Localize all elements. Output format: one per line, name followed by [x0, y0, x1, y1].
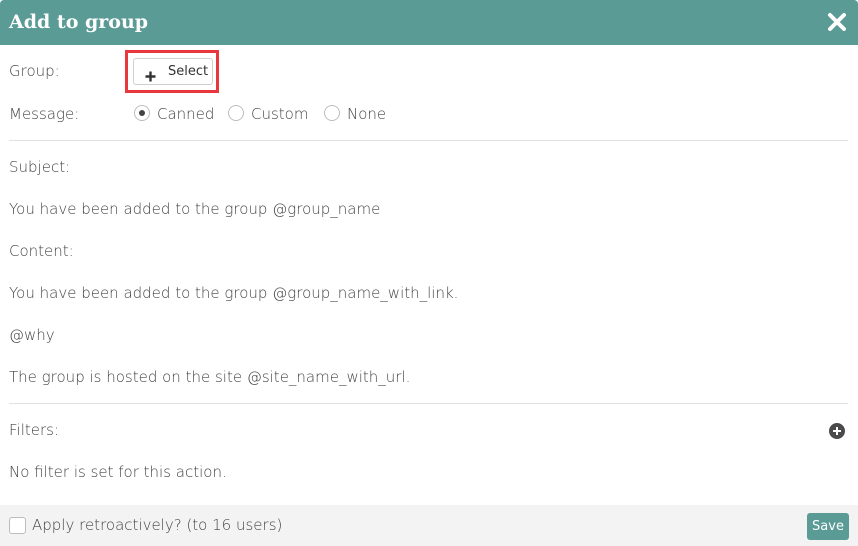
radio-none-circle[interactable] — [324, 105, 340, 121]
radio-custom-label: Custom — [251, 105, 309, 123]
content-line: @why — [9, 326, 55, 344]
radio-none[interactable]: None — [324, 104, 388, 124]
subject-label: Subject: — [9, 158, 71, 176]
filters-label: Filters: — [9, 421, 60, 439]
radio-none-label: None — [347, 105, 387, 123]
dialog-header: Add to group — [0, 0, 858, 45]
radio-canned[interactable]: Canned — [134, 104, 214, 124]
no-filter-text: No filter is set for this action. — [9, 463, 227, 481]
plus-icon — [145, 66, 156, 91]
message-label: Message: — [9, 105, 80, 123]
divider — [9, 403, 848, 404]
radio-canned-circle[interactable] — [134, 105, 150, 121]
dialog-title: Add to group — [9, 11, 149, 33]
save-button[interactable]: Save — [807, 513, 849, 540]
add-to-group-dialog: Add to group Group: Select Message: Cann… — [0, 0, 858, 546]
add-filter-icon[interactable] — [829, 423, 845, 439]
radio-canned-label: Canned — [157, 105, 215, 123]
retroactive-checkbox[interactable] — [9, 517, 26, 534]
radio-custom-circle[interactable] — [228, 105, 244, 121]
dialog-footer: Apply retroactively? (to 16 users) Save — [0, 505, 858, 546]
select-button-label: Select — [168, 64, 209, 79]
content-line: The group is hosted on the site @site_na… — [9, 368, 411, 386]
content-line: You have been added to the group @group_… — [9, 284, 459, 302]
radio-custom[interactable]: Custom — [228, 104, 310, 124]
group-label: Group: — [9, 62, 60, 80]
subject-value: You have been added to the group @group_… — [9, 200, 381, 218]
close-icon[interactable] — [826, 11, 848, 33]
select-group-button[interactable]: Select — [133, 58, 213, 85]
retroactive-label[interactable]: Apply retroactively? (to 16 users) — [32, 515, 282, 535]
content-label: Content: — [9, 242, 74, 260]
divider — [9, 140, 848, 141]
